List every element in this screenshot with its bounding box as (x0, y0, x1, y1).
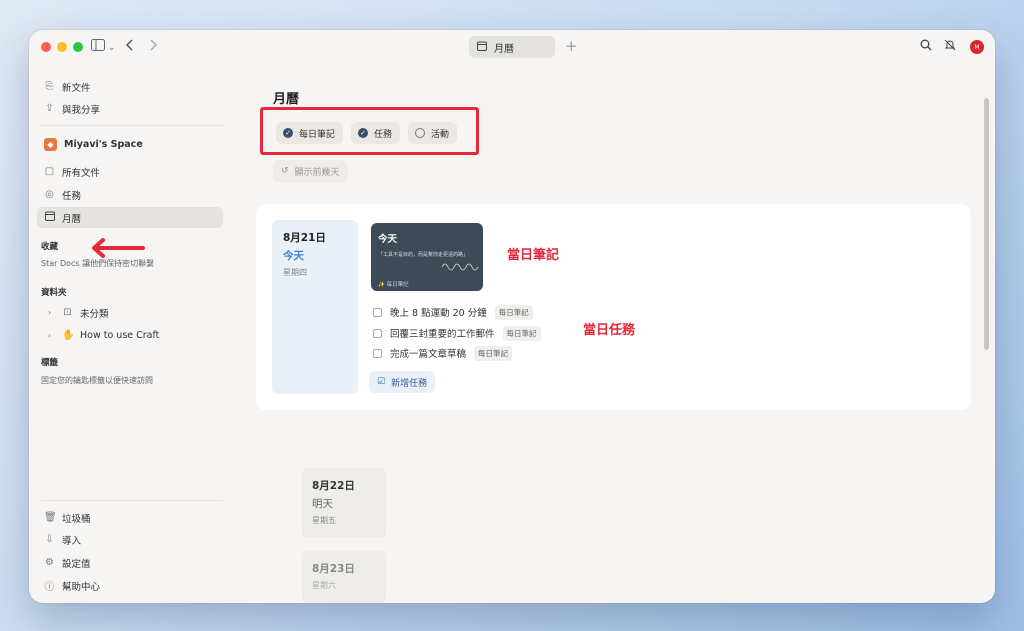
share-icon: ⇪ (45, 103, 54, 114)
tags-hint: 固定您的鑰匙標籤以便快速訪問 (41, 376, 153, 385)
sidebar-item-trash[interactable]: 🗑 垃圾桶 (37, 507, 223, 528)
close-window-button[interactable] (41, 42, 51, 52)
task-check-icon: ◎ (45, 189, 54, 200)
squiggle-decoration (441, 263, 479, 271)
import-icon: ⇩ (45, 534, 54, 545)
show-previous-days-button[interactable]: ↺ 顯示前幾天 (273, 160, 348, 182)
daily-note-annotation: 當日筆記 (507, 248, 560, 263)
today-relative-label: 今天 (283, 250, 304, 262)
today-date: 8月21日 (283, 232, 326, 244)
day-weekday: 星期五 (312, 516, 336, 525)
new-doc-icon: ⎘ (45, 81, 54, 92)
daily-note-excerpt: 「工具不是目的，而是幫你走更遠的路」 (378, 252, 469, 258)
today-weekday: 星期四 (283, 268, 307, 277)
add-task-button[interactable]: ☑ 新增任務 (369, 371, 436, 393)
sidebar-item-all-docs[interactable]: ▢ 所有文件 (37, 161, 223, 182)
divider (41, 500, 223, 501)
settings-icon: ⚙ (45, 557, 54, 568)
day-box-next[interactable]: 8月23日 星期六 (302, 551, 386, 603)
folders-heading: 資料夾 (41, 288, 67, 298)
sidebar-item-help[interactable]: ⓘ 幫助中心 (37, 575, 223, 596)
wave-emoji-icon: ✋ (62, 330, 75, 341)
history-icon: ↺ (281, 166, 289, 176)
day-box-tomorrow[interactable]: 8月22日 明天 星期五 (302, 468, 386, 538)
checkbox-plus-icon: ☑ (377, 377, 386, 387)
task-item[interactable]: 完成一篇文章草稿 每日筆記 (373, 345, 513, 361)
today-date-box: 8月21日 今天 星期四 (272, 220, 358, 394)
day-relative-label: 明天 (312, 498, 333, 510)
search-icon[interactable] (920, 39, 932, 57)
sidebar-toggle-icon[interactable] (91, 39, 105, 57)
daily-note-title: 今天 (378, 234, 398, 245)
folder-uncategorized[interactable]: › ⊡ 未分類 (37, 302, 223, 323)
check-circle-icon: ✓ (283, 128, 293, 138)
task-checkbox[interactable] (373, 307, 382, 317)
documents-icon: ▢ (44, 166, 55, 177)
tags-heading: 標籤 (41, 358, 59, 368)
space-logo-icon: ◆ (44, 138, 57, 151)
today-card: 8月21日 今天 星期四 今天 「工具不是目的，而是幫你走更遠的路」 ✨ 每日筆… (256, 204, 971, 410)
main-content: 月曆 ✓ 每日筆記 ✓ 任務 活動 ↺ 顯示前幾天 8月21日 今天 星期四 今… (229, 66, 995, 603)
sidebar-item-tasks[interactable]: ◎ 任務 (37, 184, 223, 205)
help-icon: ⓘ (44, 582, 55, 593)
daily-note-card[interactable]: 今天 「工具不是目的，而是幫你走更遠的路」 ✨ 每日筆記 (371, 223, 483, 291)
favorites-hint: Star Docs 讓他們保持密切聯繫 (41, 259, 155, 268)
sidebar: ⎘ 新文件 ⇪ 與我分享 ◆ Miyavi's Space ▢ 所有文件 ◎ 任… (29, 66, 229, 603)
filter-tasks[interactable]: ✓ 任務 (351, 122, 401, 144)
chevron-right-icon: › (47, 331, 52, 340)
daily-tasks-annotation: 當日任務 (583, 323, 636, 338)
calendar-icon (477, 41, 487, 54)
notifications-off-icon[interactable] (944, 39, 956, 57)
window-controls (41, 42, 83, 52)
day-date: 8月22日 (312, 480, 355, 492)
task-tag: 每日筆記 (502, 325, 541, 341)
red-arrow-annotation (92, 238, 145, 258)
chevron-down-icon[interactable]: ⌄ (108, 39, 116, 57)
sidebar-item-shared[interactable]: ⇪ 與我分享 (37, 98, 223, 119)
daily-note-footer: ✨ 每日筆記 (378, 282, 409, 288)
task-checkbox[interactable] (373, 348, 382, 358)
empty-circle-icon (415, 128, 425, 138)
favorites-heading: 收藏 (41, 242, 59, 252)
back-arrow-icon[interactable] (125, 39, 134, 57)
tab-calendar[interactable]: 月曆 (469, 36, 555, 58)
chevron-right-icon: › (47, 308, 52, 317)
zoom-window-button[interactable] (73, 42, 83, 52)
inbox-icon: ⊡ (63, 307, 72, 318)
sidebar-item-calendar[interactable]: 月曆 (37, 207, 223, 228)
vertical-scrollbar[interactable] (984, 98, 989, 350)
new-tab-button[interactable]: + (565, 37, 578, 55)
folder-how-to-use-craft[interactable]: › ✋ How to use Craft (37, 325, 223, 346)
task-tag: 每日筆記 (474, 345, 513, 361)
minimize-window-button[interactable] (57, 42, 67, 52)
check-circle-icon: ✓ (358, 128, 368, 138)
day-date: 8月23日 (312, 563, 355, 575)
sidebar-item-new-doc[interactable]: ⎘ 新文件 (37, 76, 223, 97)
space-switcher[interactable]: ◆ Miyavi's Space (37, 134, 223, 155)
task-item[interactable]: 晚上 8 點運動 20 分鐘 每日筆記 (373, 304, 533, 320)
tab-label: 月曆 (494, 43, 514, 55)
divider (41, 125, 223, 126)
filter-events[interactable]: 活動 (408, 122, 458, 144)
calendar-icon (44, 211, 55, 224)
filter-daily-notes[interactable]: ✓ 每日筆記 (276, 122, 344, 144)
sidebar-item-import[interactable]: ⇩ 導入 (37, 529, 223, 550)
sidebar-item-settings[interactable]: ⚙ 設定值 (37, 552, 223, 573)
task-tag: 每日筆記 (494, 304, 533, 320)
forward-arrow-icon[interactable] (149, 39, 158, 57)
app-window: ⌄ 月曆 + M ⎘ 新文件 ⇪ 與我分享 ◆ Miyavi's Space ▢… (29, 30, 995, 603)
day-weekday: 星期六 (312, 581, 336, 590)
task-checkbox[interactable] (373, 328, 382, 338)
task-item[interactable]: 回覆三封重要的工作郵件 每日筆記 (373, 325, 541, 341)
trash-icon: 🗑 (44, 512, 57, 523)
title-bar: ⌄ 月曆 + M (29, 30, 995, 66)
avatar[interactable]: M (970, 40, 984, 54)
page-title: 月曆 (273, 92, 300, 107)
